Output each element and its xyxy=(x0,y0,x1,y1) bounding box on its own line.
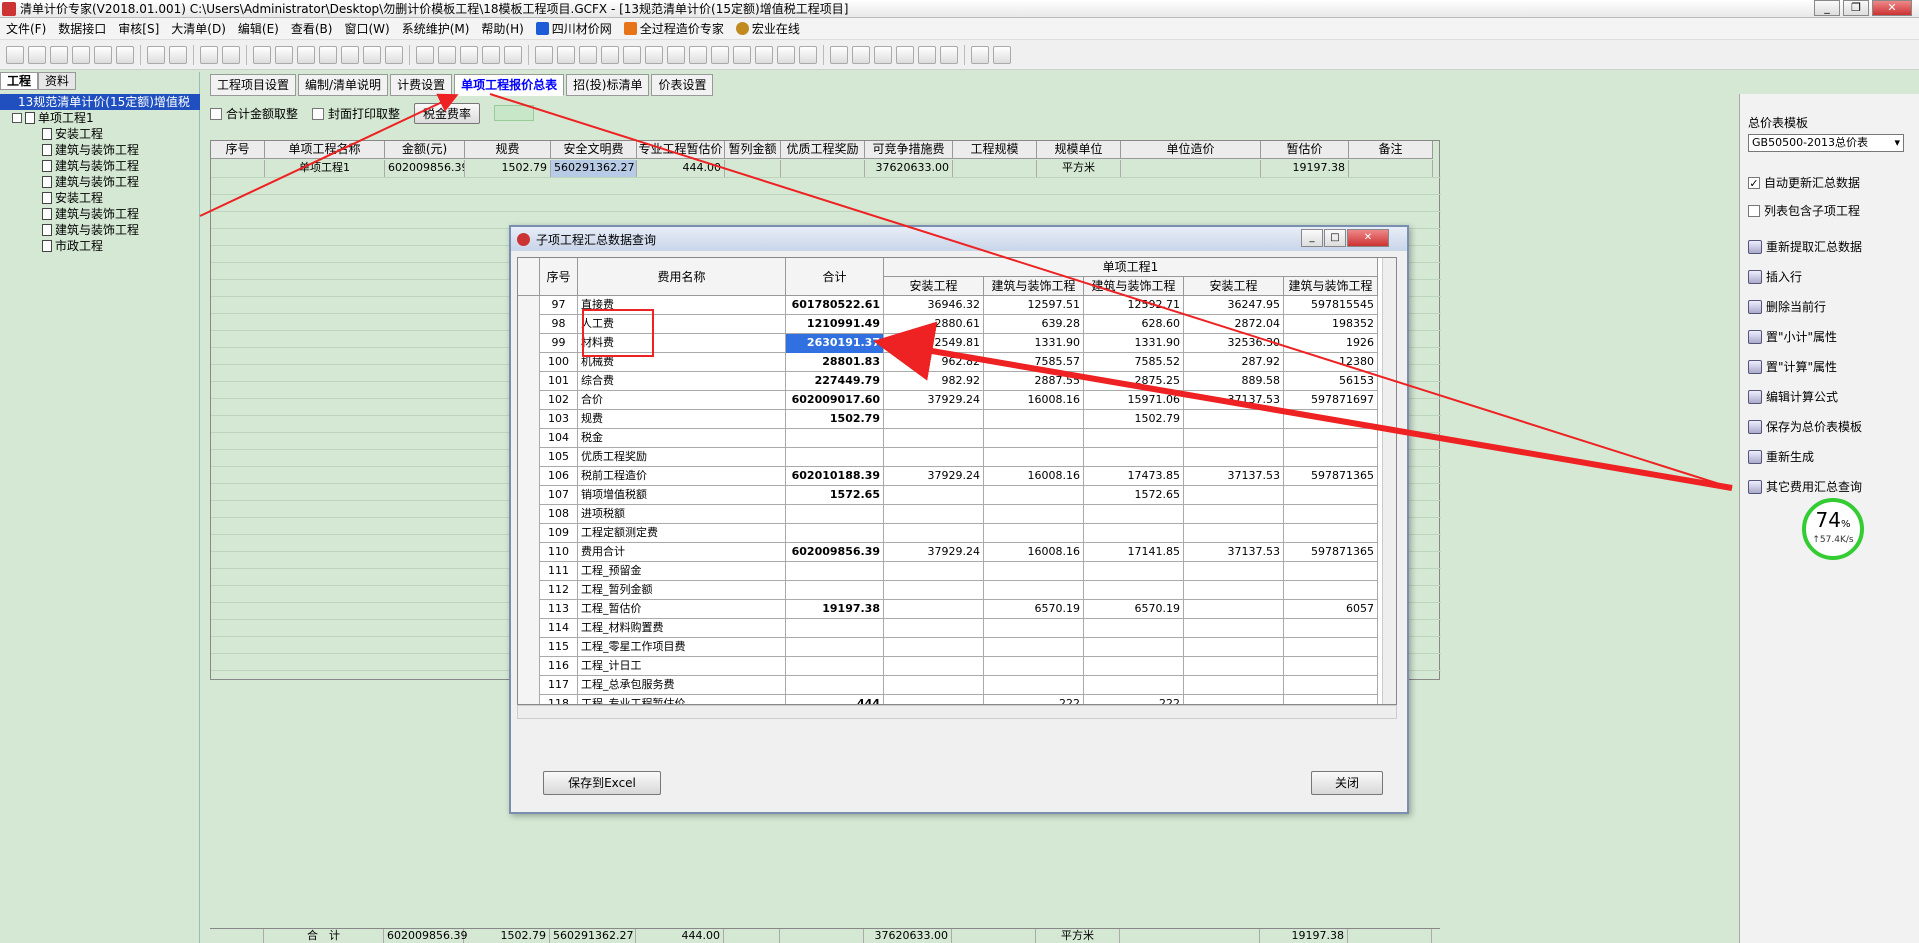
highlight-box xyxy=(582,309,654,357)
arrow-top xyxy=(489,93,1733,489)
arrow-thin xyxy=(884,342,1733,489)
annotation-overlay xyxy=(199,93,1733,491)
arrow-left xyxy=(199,93,459,217)
